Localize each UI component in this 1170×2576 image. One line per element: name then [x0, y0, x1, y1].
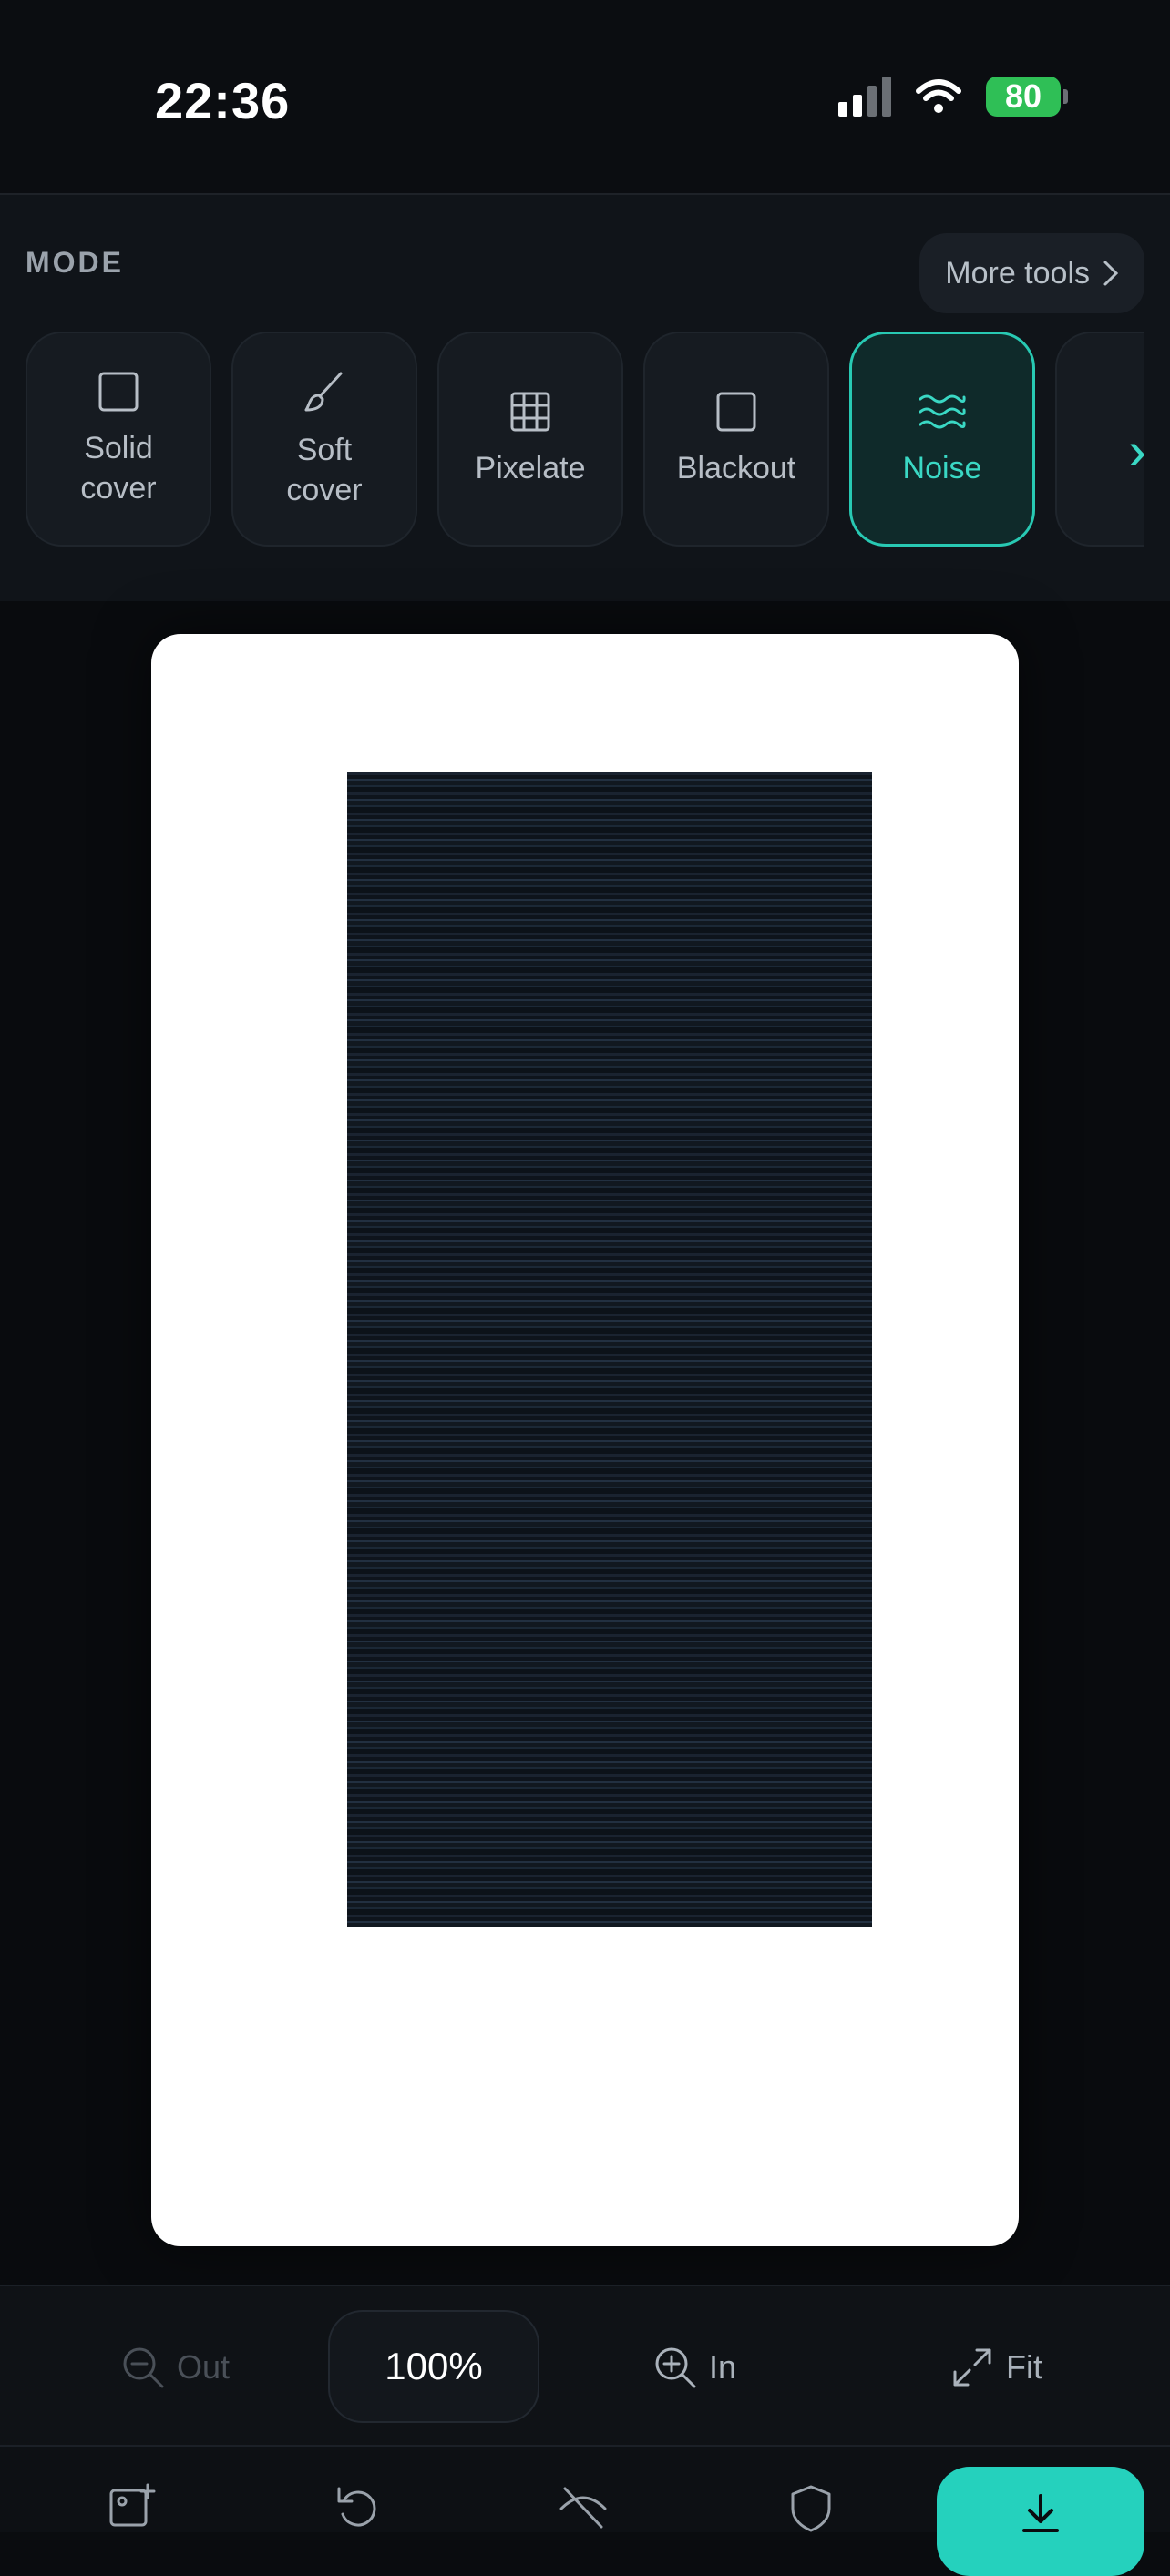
square-icon — [716, 392, 756, 432]
download-icon — [1022, 2494, 1059, 2532]
add-image-icon[interactable] — [106, 2481, 157, 2532]
tool-label: Soft cover — [286, 432, 363, 507]
eye-off-icon[interactable] — [558, 2481, 609, 2532]
tool-blackout[interactable]: Blackout — [643, 332, 829, 547]
battery-icon: 80 — [986, 77, 1068, 117]
tool-soft-cover[interactable]: Soft cover — [231, 332, 417, 547]
zoom-out-button[interactable]: Out — [120, 2345, 230, 2390]
tool-label: Solid cover — [80, 430, 157, 506]
bottom-toolbar — [0, 2445, 1170, 2576]
wifi-icon — [916, 79, 961, 113]
zoom-level-value: 100% — [385, 2345, 483, 2387]
fit-button[interactable]: Fit — [949, 2345, 1042, 2390]
tool-solid-cover[interactable]: Solid cover — [26, 332, 211, 547]
tool-next-partial[interactable]: › — [1055, 332, 1144, 547]
fit-label: Fit — [1006, 2348, 1042, 2386]
undo-icon[interactable] — [332, 2481, 383, 2532]
zoom-out-icon — [123, 2347, 164, 2388]
tool-label: Noise — [902, 450, 982, 486]
zoom-in-button[interactable]: In — [652, 2345, 736, 2390]
chevron-right-icon — [1103, 261, 1119, 286]
zoom-in-icon — [655, 2347, 696, 2388]
tool-pixelate[interactable]: Pixelate — [437, 332, 623, 547]
tool-label: Pixelate — [475, 450, 586, 486]
more-tools-button[interactable]: More tools — [919, 233, 1144, 313]
zoom-level[interactable]: 100% — [328, 2310, 539, 2423]
expand-icon — [953, 2348, 991, 2387]
square-icon — [98, 372, 139, 412]
noise-redaction-region[interactable] — [347, 772, 872, 1927]
zoom-in-label: In — [709, 2348, 737, 2386]
battery-level: 80 — [1004, 77, 1042, 115]
shield-icon[interactable] — [785, 2481, 836, 2532]
mode-panel: MODE More tools Solid cover Soft cover P… — [0, 195, 1170, 601]
canvas-area[interactable] — [0, 601, 1170, 2286]
download-button[interactable] — [937, 2467, 1144, 2576]
zoom-bar: Out 100% In Fit — [0, 2285, 1170, 2447]
grid-icon — [510, 392, 550, 432]
cellular-signal-icon — [838, 77, 891, 117]
status-time: 22:36 — [155, 72, 291, 129]
preview-page[interactable] — [151, 634, 1019, 2246]
status-bar: 22:36 80 — [0, 0, 1170, 193]
tool-label: Blackout — [676, 450, 796, 486]
more-tools-label: More tools — [945, 255, 1090, 291]
chevron-right-icon: › — [1128, 415, 1144, 486]
mode-label: MODE — [26, 246, 124, 279]
waves-icon — [919, 394, 966, 429]
zoom-out-label: Out — [177, 2348, 231, 2386]
status-icons: 80 — [838, 77, 1068, 117]
tool-noise[interactable]: Noise — [849, 332, 1035, 547]
brush-icon — [304, 372, 343, 412]
mode-tools-row: Solid cover Soft cover Pixelate Blackout — [26, 332, 1144, 550]
